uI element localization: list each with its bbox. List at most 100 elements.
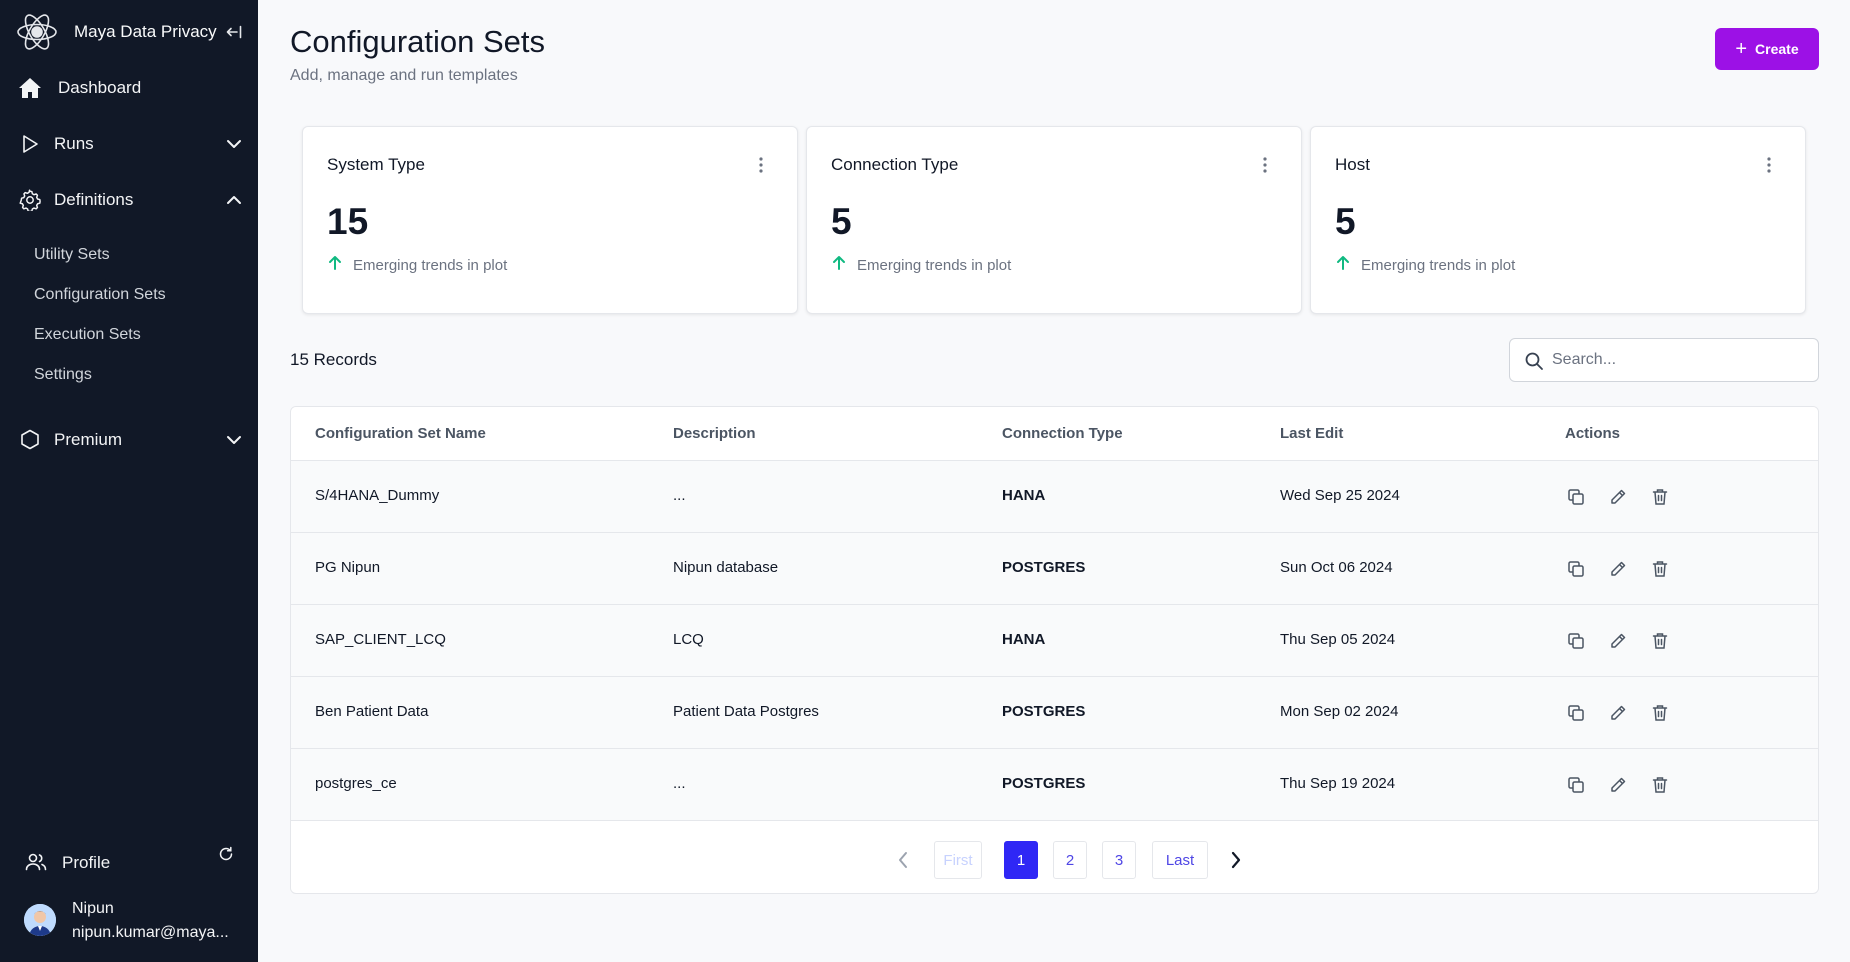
search-input[interactable]	[1552, 339, 1812, 381]
chevron-left-icon[interactable]	[892, 849, 914, 871]
stat-value: 15	[327, 201, 369, 242]
users-icon	[24, 850, 48, 874]
cell-description: Patient Data Postgres	[673, 703, 819, 720]
gear-icon	[18, 188, 42, 212]
copy-icon[interactable]	[1565, 774, 1587, 796]
table-row[interactable]: S/4HANA_Dummy ... HANA Wed Sep 25 2024	[291, 461, 1818, 533]
cell-last-edit: Thu Sep 19 2024	[1280, 775, 1396, 792]
nav-profile-label: Profile	[62, 853, 111, 872]
brand: Maya Data Privacy	[16, 10, 246, 54]
configuration-sets-table: Configuration Set Name Description Conne…	[290, 406, 1819, 894]
more-vertical-icon[interactable]	[1257, 155, 1273, 175]
create-button[interactable]: + Create	[1715, 28, 1819, 70]
chevron-down-icon[interactable]	[224, 134, 244, 154]
cell-description: ...	[673, 775, 686, 792]
stat-value: 5	[1335, 201, 1356, 242]
edit-icon[interactable]	[1607, 774, 1629, 796]
nav-dashboard-label: Dashboard	[58, 78, 142, 97]
collapse-sidebar-icon[interactable]	[222, 20, 246, 44]
column-header-description[interactable]: Description	[673, 425, 756, 442]
first-page-button[interactable]: First	[934, 841, 982, 879]
stat-title: System Type	[327, 155, 425, 174]
table-row[interactable]: PG Nipun Nipun database POSTGRES Sun Oct…	[291, 533, 1818, 605]
play-icon	[18, 132, 42, 156]
nav-runs[interactable]: Runs	[0, 122, 258, 166]
avatar	[24, 904, 56, 936]
column-header-name[interactable]: Configuration Set Name	[315, 425, 486, 442]
trash-icon[interactable]	[1649, 774, 1671, 796]
trash-icon[interactable]	[1649, 486, 1671, 508]
records-count: 15 Records	[290, 350, 377, 369]
cell-name: postgres_ce	[315, 775, 397, 792]
cell-description: Nipun database	[673, 559, 779, 576]
arrow-up-icon	[327, 255, 343, 276]
copy-icon[interactable]	[1565, 630, 1587, 652]
page-button-1[interactable]: 1	[1004, 841, 1038, 879]
stat-value: 5	[831, 201, 852, 242]
chevron-right-icon[interactable]	[1225, 849, 1247, 871]
stat-title: Connection Type	[831, 155, 959, 174]
cell-connection-type: POSTGRES	[1002, 703, 1086, 720]
table-row[interactable]: Ben Patient Data Patient Data Postgres P…	[291, 677, 1818, 749]
main-content: Configuration Sets Add, manage and run t…	[258, 0, 1850, 962]
stat-card-connection-type: Connection Type 5 Emerging trends in plo…	[806, 126, 1302, 314]
user-name: Nipun	[72, 900, 114, 917]
chevron-down-icon[interactable]	[224, 430, 244, 450]
last-page-button[interactable]: Last	[1152, 841, 1208, 879]
column-header-last-edit[interactable]: Last Edit	[1280, 425, 1343, 442]
edit-icon[interactable]	[1607, 486, 1629, 508]
chevron-up-icon[interactable]	[224, 190, 244, 210]
copy-icon[interactable]	[1565, 702, 1587, 724]
edit-icon[interactable]	[1607, 630, 1629, 652]
user-card[interactable]: Nipun nipun.kumar@maya...	[24, 898, 254, 948]
copy-icon[interactable]	[1565, 558, 1587, 580]
cell-connection-type: HANA	[1002, 487, 1046, 504]
cell-last-edit: Sun Oct 06 2024	[1280, 559, 1393, 576]
nav-definitions[interactable]: Definitions	[0, 178, 258, 222]
sidebar-item-utility-sets[interactable]: Utility Sets	[34, 243, 110, 267]
refresh-icon[interactable]	[216, 844, 236, 864]
trash-icon[interactable]	[1649, 702, 1671, 724]
pagination: First 1 2 3 Last	[291, 821, 1818, 881]
page-button-3[interactable]: 3	[1102, 841, 1136, 879]
sidebar-item-configuration-sets[interactable]: Configuration Sets	[34, 283, 166, 307]
cell-description: ...	[673, 487, 686, 504]
cell-name: PG Nipun	[315, 559, 381, 576]
cell-name: Ben Patient Data	[315, 703, 429, 720]
nav-premium[interactable]: Premium	[0, 418, 258, 462]
edit-icon[interactable]	[1607, 558, 1629, 580]
page-subtitle: Add, manage and run templates	[290, 67, 518, 84]
search-icon	[1524, 351, 1544, 371]
stat-title: Host	[1335, 155, 1370, 174]
stat-trend: Emerging trends in plot	[327, 255, 507, 276]
arrow-up-icon	[831, 255, 847, 276]
home-icon	[18, 76, 42, 100]
stat-trend-text: Emerging trends in plot	[1361, 257, 1516, 274]
more-vertical-icon[interactable]	[753, 155, 769, 175]
nav-definitions-label: Definitions	[54, 190, 134, 209]
copy-icon[interactable]	[1565, 486, 1587, 508]
sidebar-item-settings[interactable]: Settings	[34, 363, 92, 387]
sidebar-item-execution-sets[interactable]: Execution Sets	[34, 323, 141, 347]
app-name: Maya Data Privacy	[74, 22, 217, 41]
trash-icon[interactable]	[1649, 558, 1671, 580]
stat-card-system-type: System Type 15 Emerging trends in plot	[302, 126, 798, 314]
user-email: nipun.kumar@maya...	[72, 924, 229, 941]
edit-icon[interactable]	[1607, 702, 1629, 724]
table-header: Configuration Set Name Description Conne…	[291, 407, 1818, 461]
cell-description: LCQ	[673, 631, 704, 648]
hexagon-icon	[18, 428, 42, 452]
more-vertical-icon[interactable]	[1761, 155, 1777, 175]
trash-icon[interactable]	[1649, 630, 1671, 652]
table-row[interactable]: SAP_CLIENT_LCQ LCQ HANA Thu Sep 05 2024	[291, 605, 1818, 677]
cell-last-edit: Thu Sep 05 2024	[1280, 631, 1396, 648]
stat-trend: Emerging trends in plot	[1335, 255, 1515, 276]
page-button-2[interactable]: 2	[1053, 841, 1087, 879]
table-row[interactable]: postgres_ce ... POSTGRES Thu Sep 19 2024	[291, 749, 1818, 821]
cell-connection-type: POSTGRES	[1002, 559, 1086, 576]
stat-card-host: Host 5 Emerging trends in plot	[1310, 126, 1806, 314]
nav-dashboard[interactable]: Dashboard	[0, 66, 258, 110]
column-header-connection-type[interactable]: Connection Type	[1002, 425, 1123, 442]
plus-icon: +	[1735, 38, 1748, 60]
create-button-label: Create	[1755, 41, 1799, 57]
